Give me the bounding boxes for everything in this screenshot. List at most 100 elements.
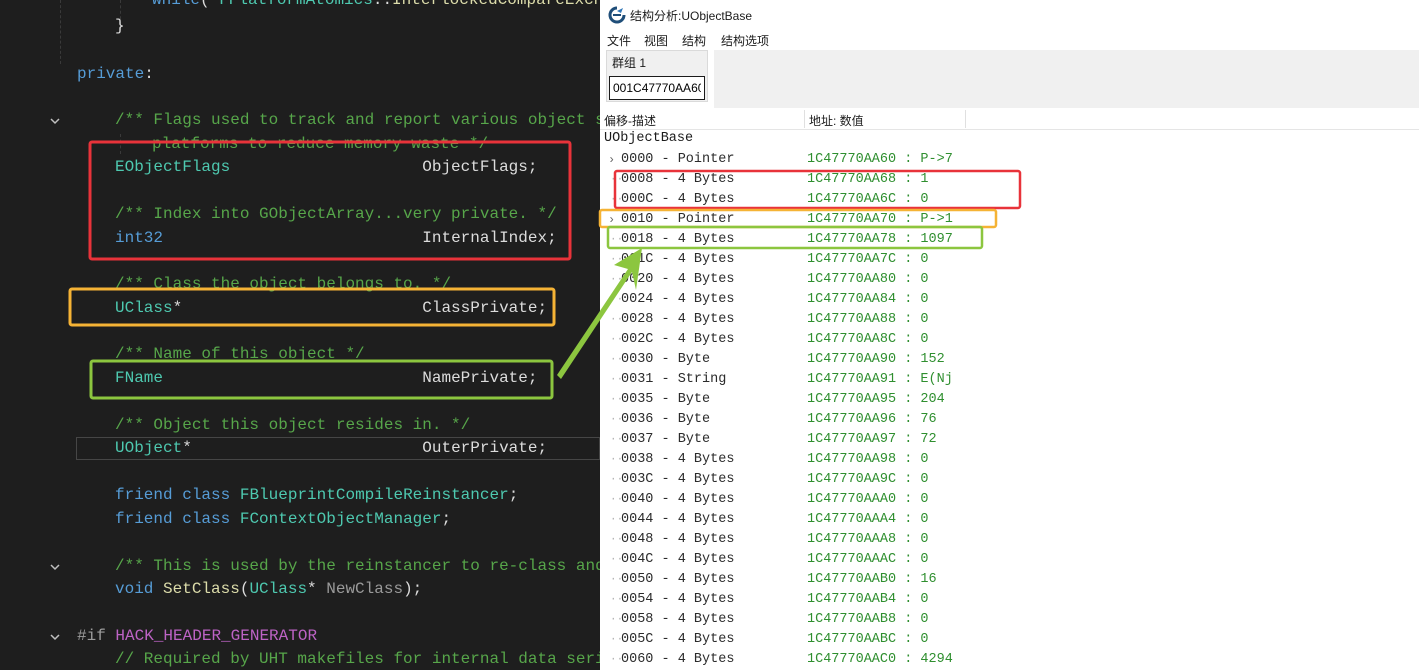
row-offset-description: 0038 - 4 Bytes — [621, 452, 735, 467]
code-line: platforms to reduce memory waste */ — [152, 133, 488, 156]
code-token: friend — [115, 486, 173, 504]
code-line: } — [115, 15, 125, 38]
structure-row[interactable]: › 0000 - Pointer 1C47770AA60 : P->7 — [600, 150, 1419, 170]
header-address-value[interactable]: 地址: 数值 — [809, 112, 864, 129]
structure-row[interactable]: ·· 004C - 4 Bytes 1C47770AAAC : 0 — [600, 550, 1419, 570]
structure-row[interactable]: ·· 0028 - 4 Bytes 1C47770AA88 : 0 — [600, 310, 1419, 330]
code-line: #if HACK_HEADER_GENERATOR — [77, 625, 317, 648]
structure-row[interactable]: › 0010 - Pointer 1C47770AA70 : P->1 — [600, 210, 1419, 230]
expand-chevron-icon[interactable]: › — [608, 210, 615, 230]
code-token: /** Name of this object */ — [115, 345, 365, 363]
indent-guide — [60, 0, 61, 64]
code-token: NamePrivate; — [163, 369, 538, 387]
code-editor[interactable]: while( FPlatformAtomics::InterlockedComp… — [0, 0, 600, 670]
structure-row[interactable]: ·· 0044 - 4 Bytes 1C47770AAA4 : 0 — [600, 510, 1419, 530]
code-token: } — [115, 17, 125, 35]
menu-structure[interactable]: 结构 — [682, 32, 706, 49]
code-token: * OuterPrivate; — [182, 439, 548, 457]
row-offset-description: 0040 - 4 Bytes — [621, 492, 735, 507]
structure-row[interactable]: ·· 005C - 4 Bytes 1C47770AABC : 0 — [600, 630, 1419, 650]
row-address-value: 1C47770AAB4 : 0 — [807, 592, 929, 607]
row-address-value: 1C47770AA90 : 152 — [807, 352, 945, 367]
code-token: InterlockedCompareExch — [392, 0, 600, 9]
expand-chevron-icon[interactable]: › — [608, 150, 615, 170]
menu-structure-options[interactable]: 结构选项 — [721, 32, 769, 49]
row-address-value: 1C47770AAC0 : 4294 — [807, 652, 953, 667]
code-token: /** Class the object belongs to. */ — [115, 275, 452, 293]
row-offset-description: 0044 - 4 Bytes — [621, 512, 735, 527]
code-token: platforms to reduce memory waste */ — [152, 135, 489, 153]
code-token: ; — [508, 486, 519, 504]
structure-row[interactable]: ·· 0020 - 4 Bytes 1C47770AA80 : 0 — [600, 270, 1419, 290]
structure-row[interactable]: ·· 0037 - Byte 1C47770AA97 : 72 — [600, 430, 1419, 450]
structure-row[interactable]: ·· 0058 - 4 Bytes 1C47770AAB8 : 0 — [600, 610, 1419, 630]
row-offset-description: 0010 - Pointer — [621, 212, 735, 227]
structure-row[interactable]: ·· 0060 - 4 Bytes 1C47770AAC0 : 4294 — [600, 650, 1419, 670]
structure-row[interactable]: ·· 002C - 4 Bytes 1C47770AA8C : 0 — [600, 330, 1419, 350]
fold-chevron-icon[interactable] — [48, 630, 62, 644]
code-line: /** Class the object belongs to. */ — [115, 273, 451, 296]
fold-chevron-icon[interactable] — [48, 114, 62, 128]
code-token: SetClass — [163, 580, 240, 598]
structure-row[interactable]: ·· 0035 - Byte 1C47770AA95 : 204 — [600, 390, 1419, 410]
header-offset-description[interactable]: 偏移-描述 — [604, 112, 656, 129]
row-address-value: 1C47770AAAC : 0 — [807, 552, 929, 567]
row-offset-description: 005C - 4 Bytes — [621, 632, 735, 647]
structure-dissect-window[interactable]: 结构分析:UObjectBase 文件 视图 结构 结构选项 群组 1 偏移-描… — [600, 0, 1419, 670]
code-token: private — [77, 65, 145, 83]
row-offset-description: 0018 - 4 Bytes — [621, 232, 735, 247]
menu-file[interactable]: 文件 — [607, 32, 631, 49]
structure-row[interactable]: ·· 001C - 4 Bytes 1C47770AA7C : 0 — [600, 250, 1419, 270]
code-token: ObjectFlags; — [230, 158, 538, 176]
code-line: UObject* OuterPrivate; — [115, 437, 547, 460]
row-address-value: 1C47770AA97 : 72 — [807, 432, 937, 447]
row-offset-description: 0000 - Pointer — [621, 152, 735, 167]
code-token: // Required by UHT makefiles for interna… — [115, 650, 600, 668]
structure-row[interactable]: ·· 0030 - Byte 1C47770AA90 : 152 — [600, 350, 1419, 370]
row-offset-description: 0028 - 4 Bytes — [621, 312, 735, 327]
row-address-value: 1C47770AA68 : 1 — [807, 172, 929, 187]
code-line: /** Index into GObjectArray...very priva… — [115, 203, 557, 226]
structure-row[interactable]: ·· 0031 - String 1C47770AA91 : E(Nj — [600, 370, 1419, 390]
row-address-value: 1C47770AA96 : 76 — [807, 412, 937, 427]
header-divider[interactable] — [804, 110, 805, 128]
row-address-value: 1C47770AA98 : 0 — [807, 452, 929, 467]
structure-row[interactable]: ·· 000C - 4 Bytes 1C47770AA6C : 0 — [600, 190, 1419, 210]
group-panel-background — [714, 50, 1419, 108]
structure-row[interactable]: ·· 0048 - 4 Bytes 1C47770AAA8 : 0 — [600, 530, 1419, 550]
row-address-value: 1C47770AA80 : 0 — [807, 272, 929, 287]
structure-row[interactable]: ·· 0038 - 4 Bytes 1C47770AA98 : 0 — [600, 450, 1419, 470]
structure-row[interactable]: ·· 0008 - 4 Bytes 1C47770AA68 : 1 — [600, 170, 1419, 190]
code-token: ( — [200, 0, 220, 9]
row-address-value: 1C47770AAA8 : 0 — [807, 532, 929, 547]
row-address-value: 1C47770AA9C : 0 — [807, 472, 929, 487]
menu-bar: 文件 视图 结构 结构选项 — [600, 30, 1419, 50]
structure-row[interactable]: ·· 0024 - 4 Bytes 1C47770AA84 : 0 — [600, 290, 1419, 310]
structure-row[interactable]: ·· 0054 - 4 Bytes 1C47770AAB4 : 0 — [600, 590, 1419, 610]
structure-row[interactable]: ·· 003C - 4 Bytes 1C47770AA9C : 0 — [600, 470, 1419, 490]
row-offset-description: 0060 - 4 Bytes — [621, 652, 735, 667]
code-line: EObjectFlags ObjectFlags; — [115, 156, 537, 179]
header-divider[interactable] — [965, 110, 966, 128]
code-token: InternalIndex; — [163, 229, 557, 247]
code-token: ; — [441, 510, 452, 528]
menu-view[interactable]: 视图 — [644, 32, 668, 49]
row-address-value: 1C47770AAB8 : 0 — [807, 612, 929, 627]
code-token: int32 — [115, 229, 164, 247]
row-address-value: 1C47770AA7C : 0 — [807, 252, 929, 267]
structure-row[interactable]: ·· 0018 - 4 Bytes 1C47770AA78 : 1097 — [600, 230, 1419, 250]
row-offset-description: 004C - 4 Bytes — [621, 552, 735, 567]
row-address-value: 1C47770AA8C : 0 — [807, 332, 929, 347]
fold-chevron-icon[interactable] — [48, 560, 62, 574]
code-line: void SetClass(UClass* NewClass); — [115, 578, 422, 601]
address-input[interactable] — [609, 76, 705, 100]
structure-row[interactable]: ·· 0036 - Byte 1C47770AA96 : 76 — [600, 410, 1419, 430]
code-token: class — [182, 486, 231, 504]
structure-row[interactable]: ·· 0050 - 4 Bytes 1C47770AAB0 : 16 — [600, 570, 1419, 590]
code-token: ); — [403, 580, 423, 598]
structure-root-label[interactable]: UObjectBase — [604, 131, 693, 146]
row-offset-description: 0030 - Byte — [621, 352, 711, 367]
row-offset-description: 0037 - Byte — [621, 432, 711, 447]
structure-row[interactable]: ·· 0040 - 4 Bytes 1C47770AAA0 : 0 — [600, 490, 1419, 510]
